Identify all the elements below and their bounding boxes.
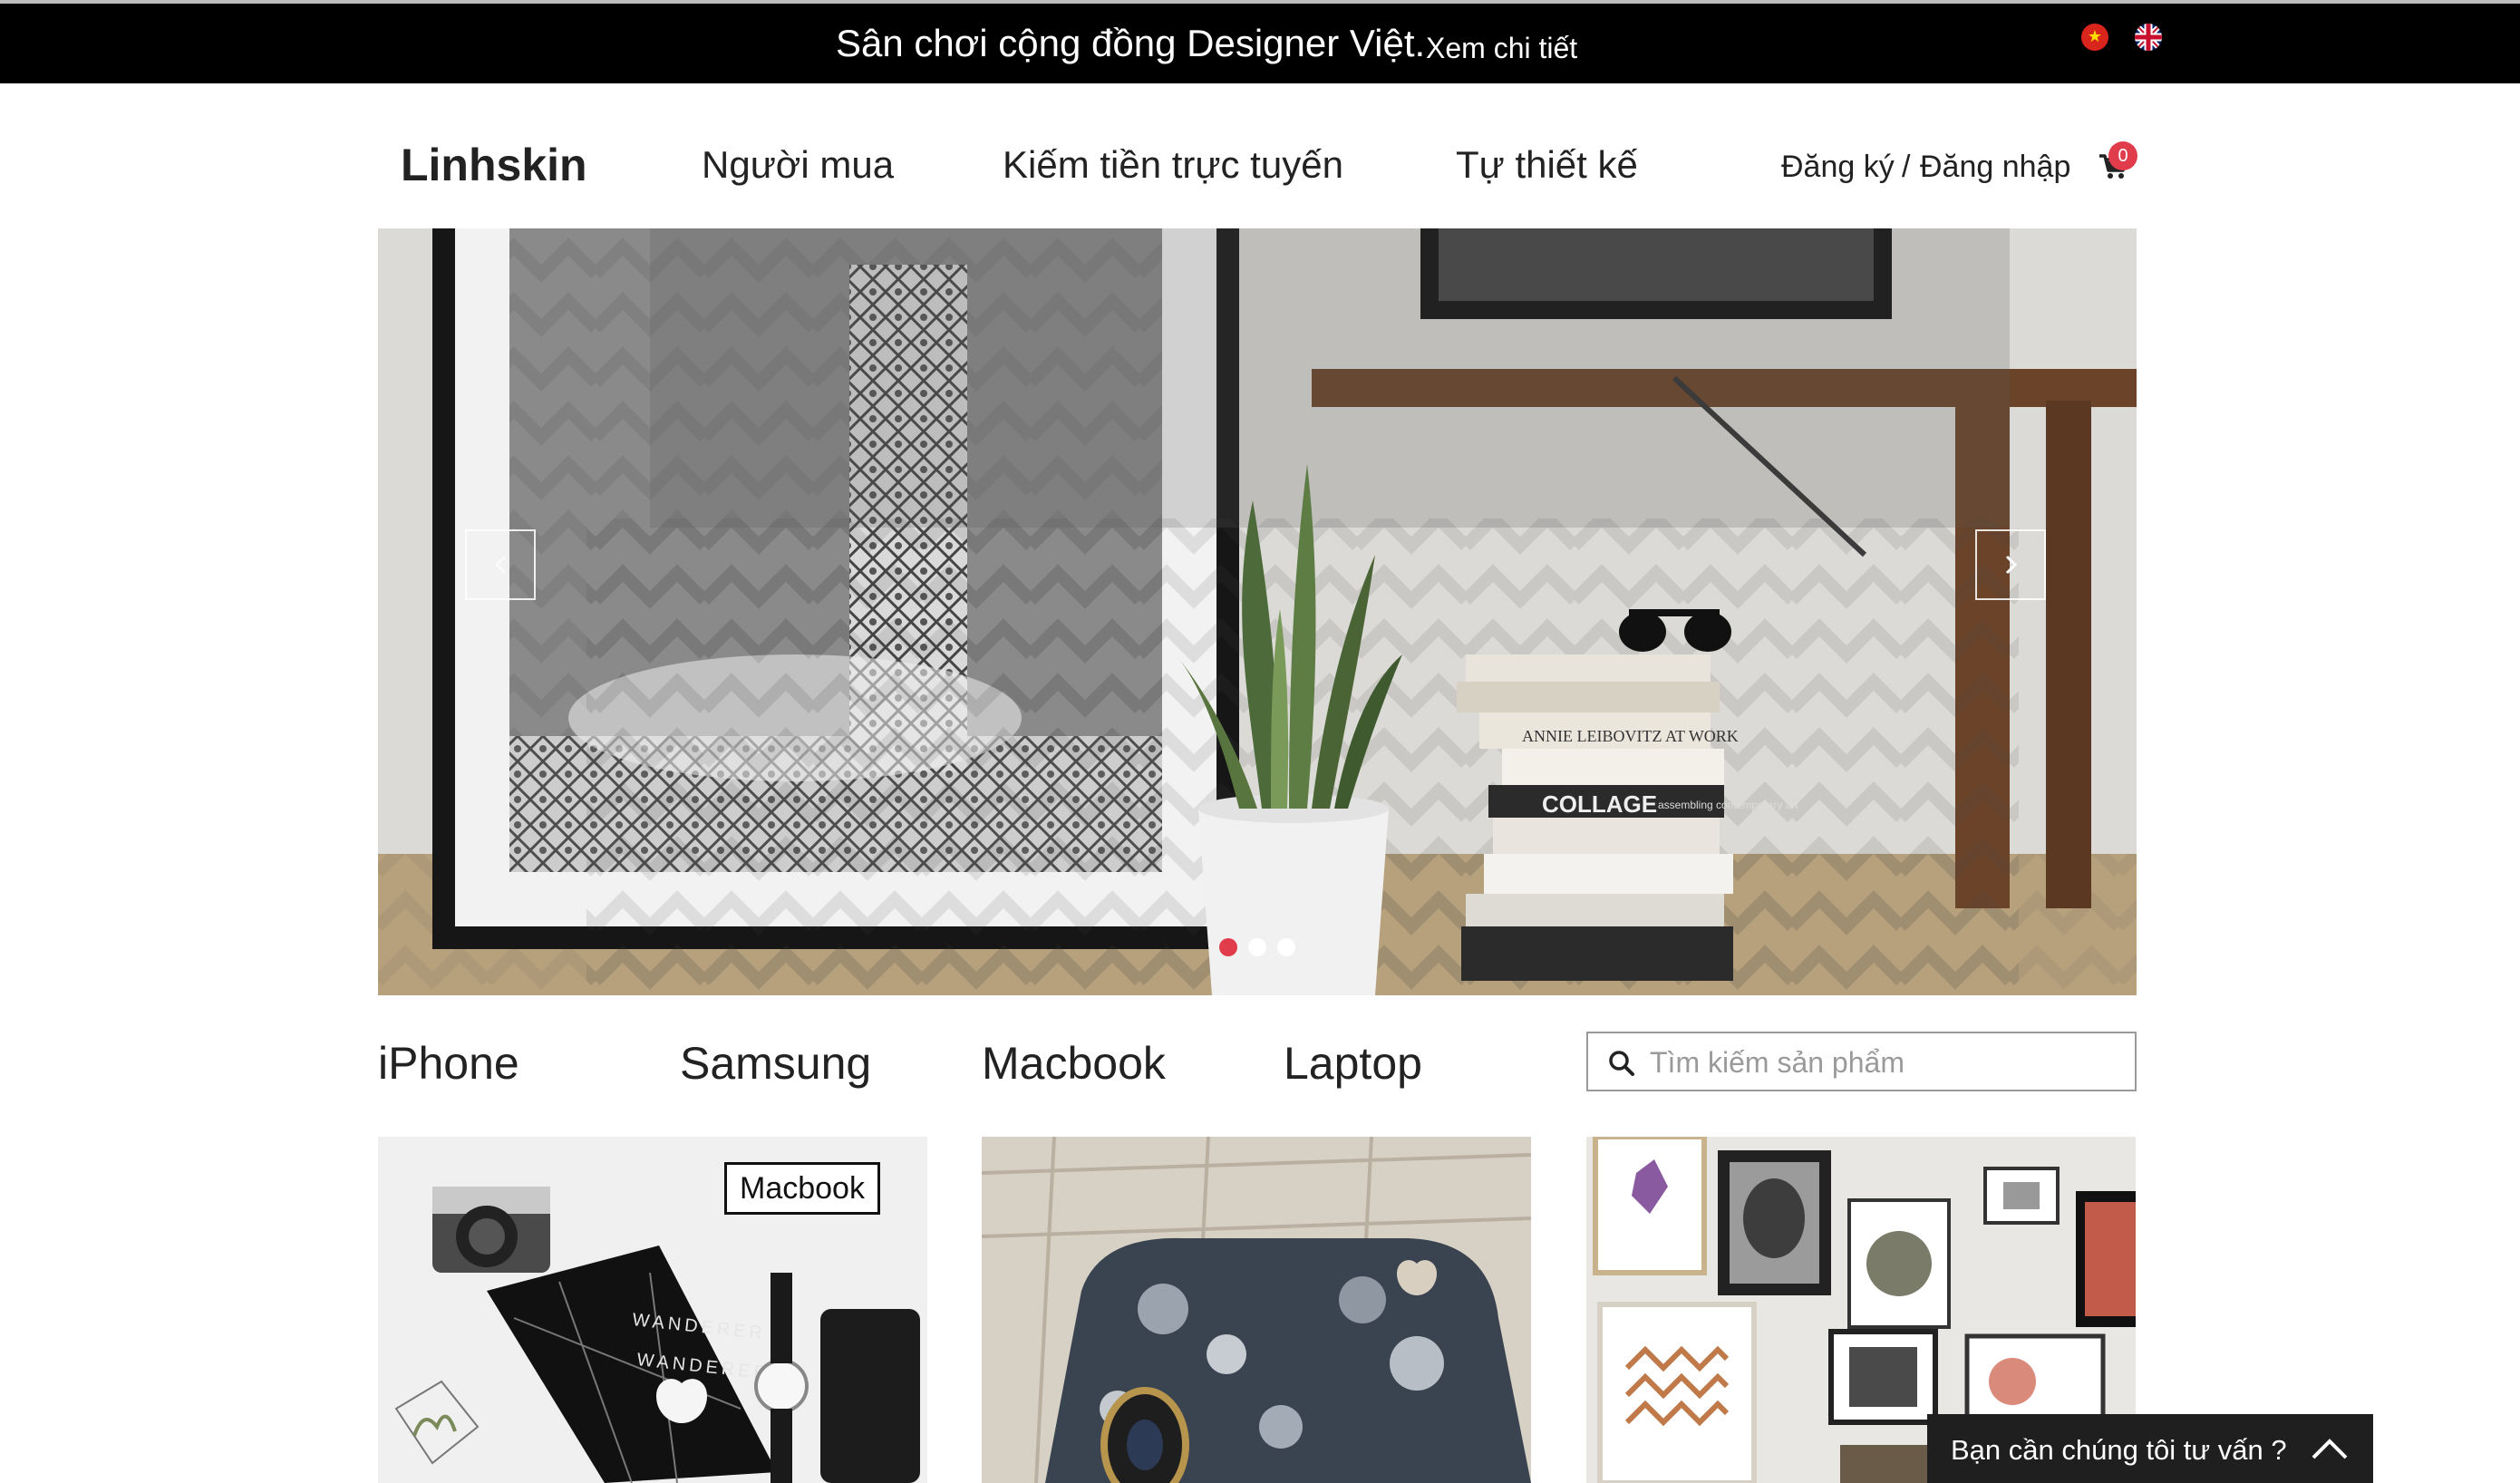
chevron-right-icon [2005,555,2018,575]
search-input[interactable] [1648,1039,2123,1086]
chevron-up-icon[interactable] [2310,1430,2350,1467]
svg-text:COLLAGE: COLLAGE [1542,790,1657,818]
search-icon [1609,1051,1634,1076]
vietnam-flag-icon[interactable]: ★ [2081,24,2108,51]
brand-logo[interactable]: Linhskin [401,138,587,192]
slider-dot-1[interactable] [1219,938,1237,956]
chat-support-widget[interactable]: Bạn cần chúng tôi tư vấn ? [1927,1414,2373,1483]
slider-prev-button[interactable] [465,529,536,600]
site-header: Linhskin Người mua Kiếm tiền trực tuyến … [0,83,2520,228]
hero-slide-image: ANNIE LEIBOVITZ AT WORK COLLAGE assembli… [378,228,2137,995]
category-laptop[interactable]: Laptop [1284,1035,1422,1091]
chat-support-label: Bạn cần chúng tôi tư vấn ? [1951,1434,2287,1466]
chevron-left-icon [494,555,507,575]
slider-next-button[interactable] [1975,529,2046,600]
svg-text:assembling contemporary art: assembling contemporary art [1658,799,1798,811]
cart-count-badge: 0 [2108,141,2137,170]
hero-slider: ANNIE LEIBOVITZ AT WORK COLLAGE assembli… [378,228,2137,995]
uk-flag-icon[interactable] [2135,24,2162,51]
product-card[interactable] [982,1137,1531,1483]
nav-earn-online[interactable]: Kiếm tiền trực tuyến [1003,140,1343,190]
announcement-message: Sân chơi cộng đồng Designer Việt. [836,22,1426,64]
nav-self-design[interactable]: Tự thiết kế [1456,140,1638,190]
product-card[interactable]: WANDERER WANDERER Macbook [378,1137,927,1483]
category-iphone[interactable]: iPhone [378,1035,519,1091]
svg-text:ANNIE LEIBOVITZ AT WORK: ANNIE LEIBOVITZ AT WORK [1522,727,1739,745]
nav-buyers[interactable]: Người mua [702,140,894,190]
auth-separator: / [1902,150,1911,184]
login-link[interactable]: Đăng nhập [1920,147,2070,187]
register-link[interactable]: Đăng ký [1781,147,1895,187]
product-image [982,1137,1531,1483]
announcement-details-link[interactable]: Xem chi tiết [1426,29,1577,67]
category-macbook[interactable]: Macbook [982,1035,1166,1091]
product-tag: Macbook [724,1162,880,1215]
slider-dot-3[interactable] [1277,938,1295,956]
category-samsung[interactable]: Samsung [680,1035,871,1091]
slider-dot-2[interactable] [1248,938,1266,956]
announcement-bar: Sân chơi cộng đồng Designer Việt. Xem ch… [0,4,2520,83]
search-box [1586,1032,2137,1091]
